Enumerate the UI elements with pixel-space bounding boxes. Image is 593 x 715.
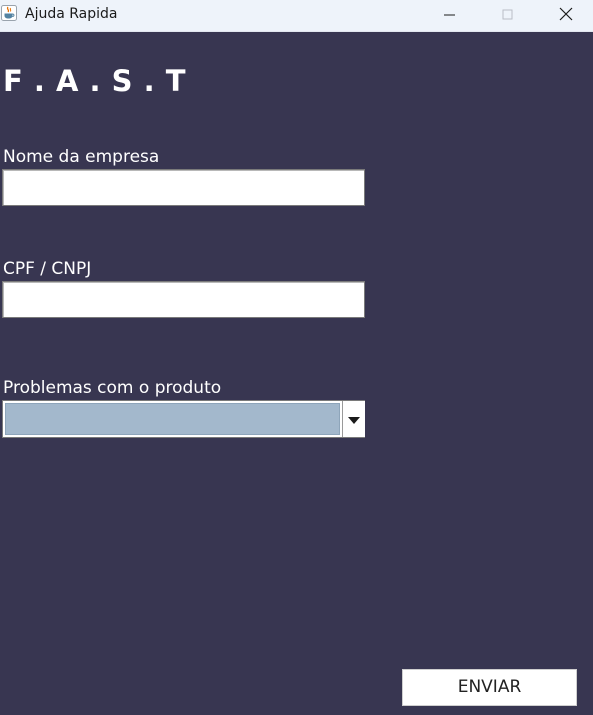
minimize-button[interactable] — [421, 0, 479, 31]
window-title: Ajuda Rapida — [25, 6, 118, 22]
cpf-cnpj-label: CPF / CNPJ — [3, 259, 92, 279]
cpf-cnpj-input[interactable] — [2, 281, 365, 318]
company-name-input[interactable] — [2, 169, 365, 206]
company-name-label: Nome da empresa — [3, 147, 160, 167]
minimize-icon — [444, 6, 456, 25]
close-icon — [559, 6, 573, 25]
page-title: F . A . S . T — [3, 64, 187, 98]
maximize-button[interactable] — [479, 0, 537, 31]
triangle-down-icon — [348, 410, 360, 429]
send-button[interactable]: ENVIAR — [402, 669, 577, 706]
java-coffee-cup-icon — [1, 5, 17, 21]
dropdown-selected-value[interactable] — [5, 403, 340, 435]
app-window: Ajuda Rapida F . A . S . T Nome da empre… — [0, 0, 593, 715]
maximize-icon — [502, 6, 514, 25]
close-button[interactable] — [537, 0, 593, 31]
title-bar[interactable]: Ajuda Rapida — [0, 0, 593, 32]
product-problems-label: Problemas com o produto — [3, 378, 222, 398]
product-problems-dropdown[interactable] — [2, 400, 365, 438]
dropdown-arrow-button[interactable] — [342, 401, 365, 437]
